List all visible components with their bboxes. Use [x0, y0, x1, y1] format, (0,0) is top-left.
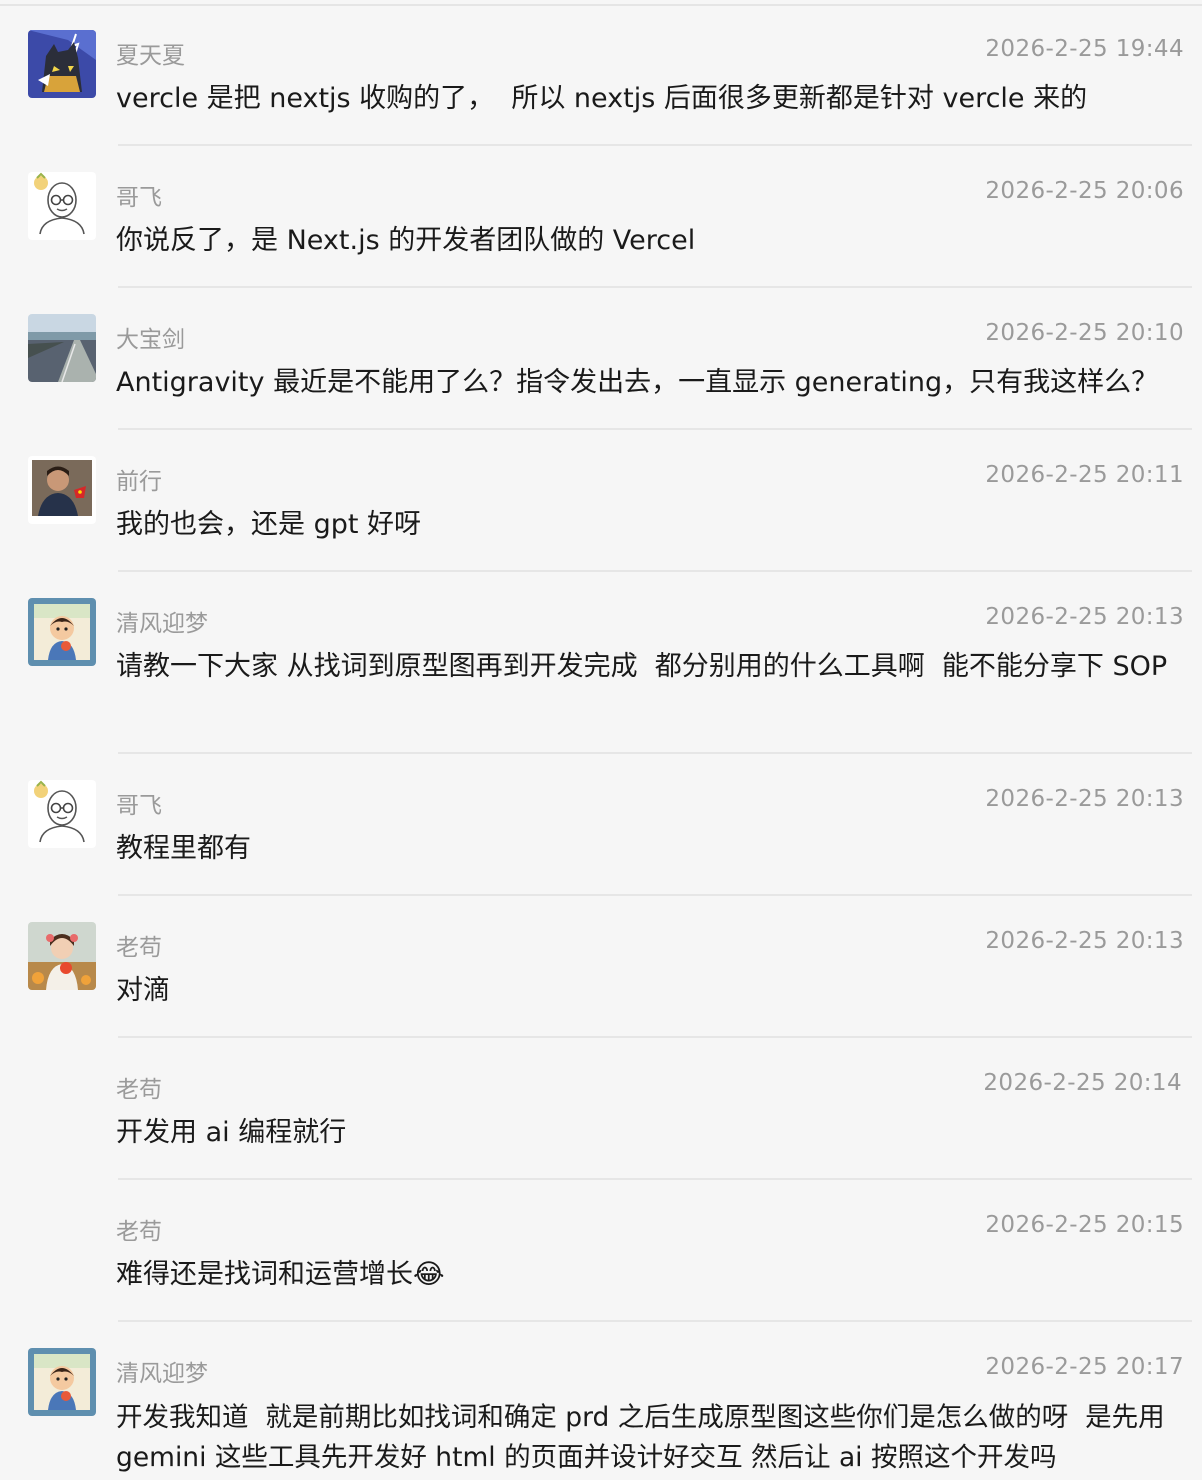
man-photo-avatar[interactable]	[28, 456, 96, 524]
message-text: 对滴	[116, 975, 170, 1006]
message-item[interactable]: 清风迎梦 2026-2-25 20:13 请教一下大家 从找词到原型图再到开发完…	[0, 574, 1202, 754]
message-time: 2026-2-25 20:14	[983, 1070, 1182, 1096]
sender-name: 大宝剑	[116, 327, 185, 353]
message-text: 我的也会，还是 gpt 好呀	[116, 509, 422, 540]
sender-name: 哥飞	[116, 793, 162, 819]
message-item[interactable]: 哥飞 2026-2-25 20:06 你说反了，是 Next.js 的开发者团队…	[0, 148, 1202, 288]
bald-man-glasses-avatar[interactable]	[28, 780, 96, 848]
message-text: 开发我知道 就是前期比如找词和确定 prd 之后生成原型图这些你们是怎么做的呀 …	[116, 1402, 1174, 1473]
message-time: 2026-2-25 20:17	[985, 1354, 1184, 1380]
message-item[interactable]: 哥飞 2026-2-25 20:13 教程里都有	[0, 756, 1202, 896]
message-divider	[118, 144, 1192, 146]
message-time: 2026-2-25 20:10	[985, 320, 1184, 346]
message-text: vercle 是把 nextjs 收购的了， 所以 nextjs 后面很多更新都…	[116, 83, 1088, 114]
sender-name: 哥飞	[116, 185, 162, 211]
sender-name: 老苟	[116, 1077, 162, 1103]
message-time: 2026-2-25 19:44	[985, 36, 1184, 62]
cartoon-boy-avatar[interactable]	[28, 598, 96, 666]
message-time: 2026-2-25 20:13	[985, 786, 1184, 812]
message-divider	[118, 894, 1192, 896]
message-time: 2026-2-25 20:13	[985, 928, 1184, 954]
message-time: 2026-2-25 20:13	[985, 604, 1184, 630]
message-item[interactable]: 老苟 2026-2-25 20:13 对滴	[0, 898, 1202, 1038]
message-text: 难得还是找词和运营增长😂	[116, 1259, 445, 1290]
sender-name: 前行	[116, 469, 162, 495]
message-text: Antigravity 最近是不能用了么？指令发出去，一直显示 generati…	[116, 367, 1159, 398]
sender-name: 清风迎梦	[116, 611, 208, 637]
wolf-avatar[interactable]	[28, 30, 96, 98]
message-item[interactable]: 清风迎梦 2026-2-25 20:17 开发我知道 就是前期比如找词和确定 p…	[0, 1324, 1202, 1480]
message-item[interactable]: 大宝剑 2026-2-25 20:10 Antigravity 最近是不能用了么…	[0, 290, 1202, 430]
girl-photo-avatar[interactable]	[28, 922, 96, 990]
message-item[interactable]: 夏天夏 2026-2-25 19:44 vercle 是把 nextjs 收购的…	[0, 6, 1202, 146]
message-item[interactable]: 前行 2026-2-25 20:11 我的也会，还是 gpt 好呀	[0, 432, 1202, 572]
message-time: 2026-2-25 20:06	[985, 178, 1184, 204]
cartoon-boy-avatar[interactable]	[28, 1348, 96, 1416]
message-time: 2026-2-25 20:15	[985, 1212, 1184, 1238]
message-item[interactable]: 老苟 2026-2-25 20:15 难得还是找词和运营增长😂	[0, 1182, 1202, 1322]
message-item[interactable]: 老苟 2026-2-25 20:14 开发用 ai 编程就行	[0, 1040, 1202, 1180]
message-divider	[118, 1320, 1192, 1322]
sender-name: 清风迎梦	[116, 1361, 208, 1387]
message-text: 请教一下大家 从找词到原型图再到开发完成 都分别用的什么工具啊 能不能分享下 S…	[116, 651, 1168, 682]
sender-name: 夏天夏	[116, 43, 185, 69]
message-divider	[118, 1036, 1192, 1038]
message-divider	[118, 752, 1192, 754]
bald-man-glasses-avatar[interactable]	[28, 172, 96, 240]
message-text: 开发用 ai 编程就行	[116, 1117, 347, 1148]
message-divider	[118, 286, 1192, 288]
message-divider	[118, 1178, 1192, 1180]
road-landscape-avatar[interactable]	[28, 314, 96, 382]
message-time: 2026-2-25 20:11	[985, 462, 1184, 488]
message-divider	[118, 428, 1192, 430]
message-divider	[118, 570, 1192, 572]
message-text: 你说反了，是 Next.js 的开发者团队做的 Vercel	[116, 225, 696, 256]
sender-name: 老苟	[116, 935, 162, 961]
message-text: 教程里都有	[116, 833, 251, 864]
sender-name: 老苟	[116, 1219, 162, 1245]
